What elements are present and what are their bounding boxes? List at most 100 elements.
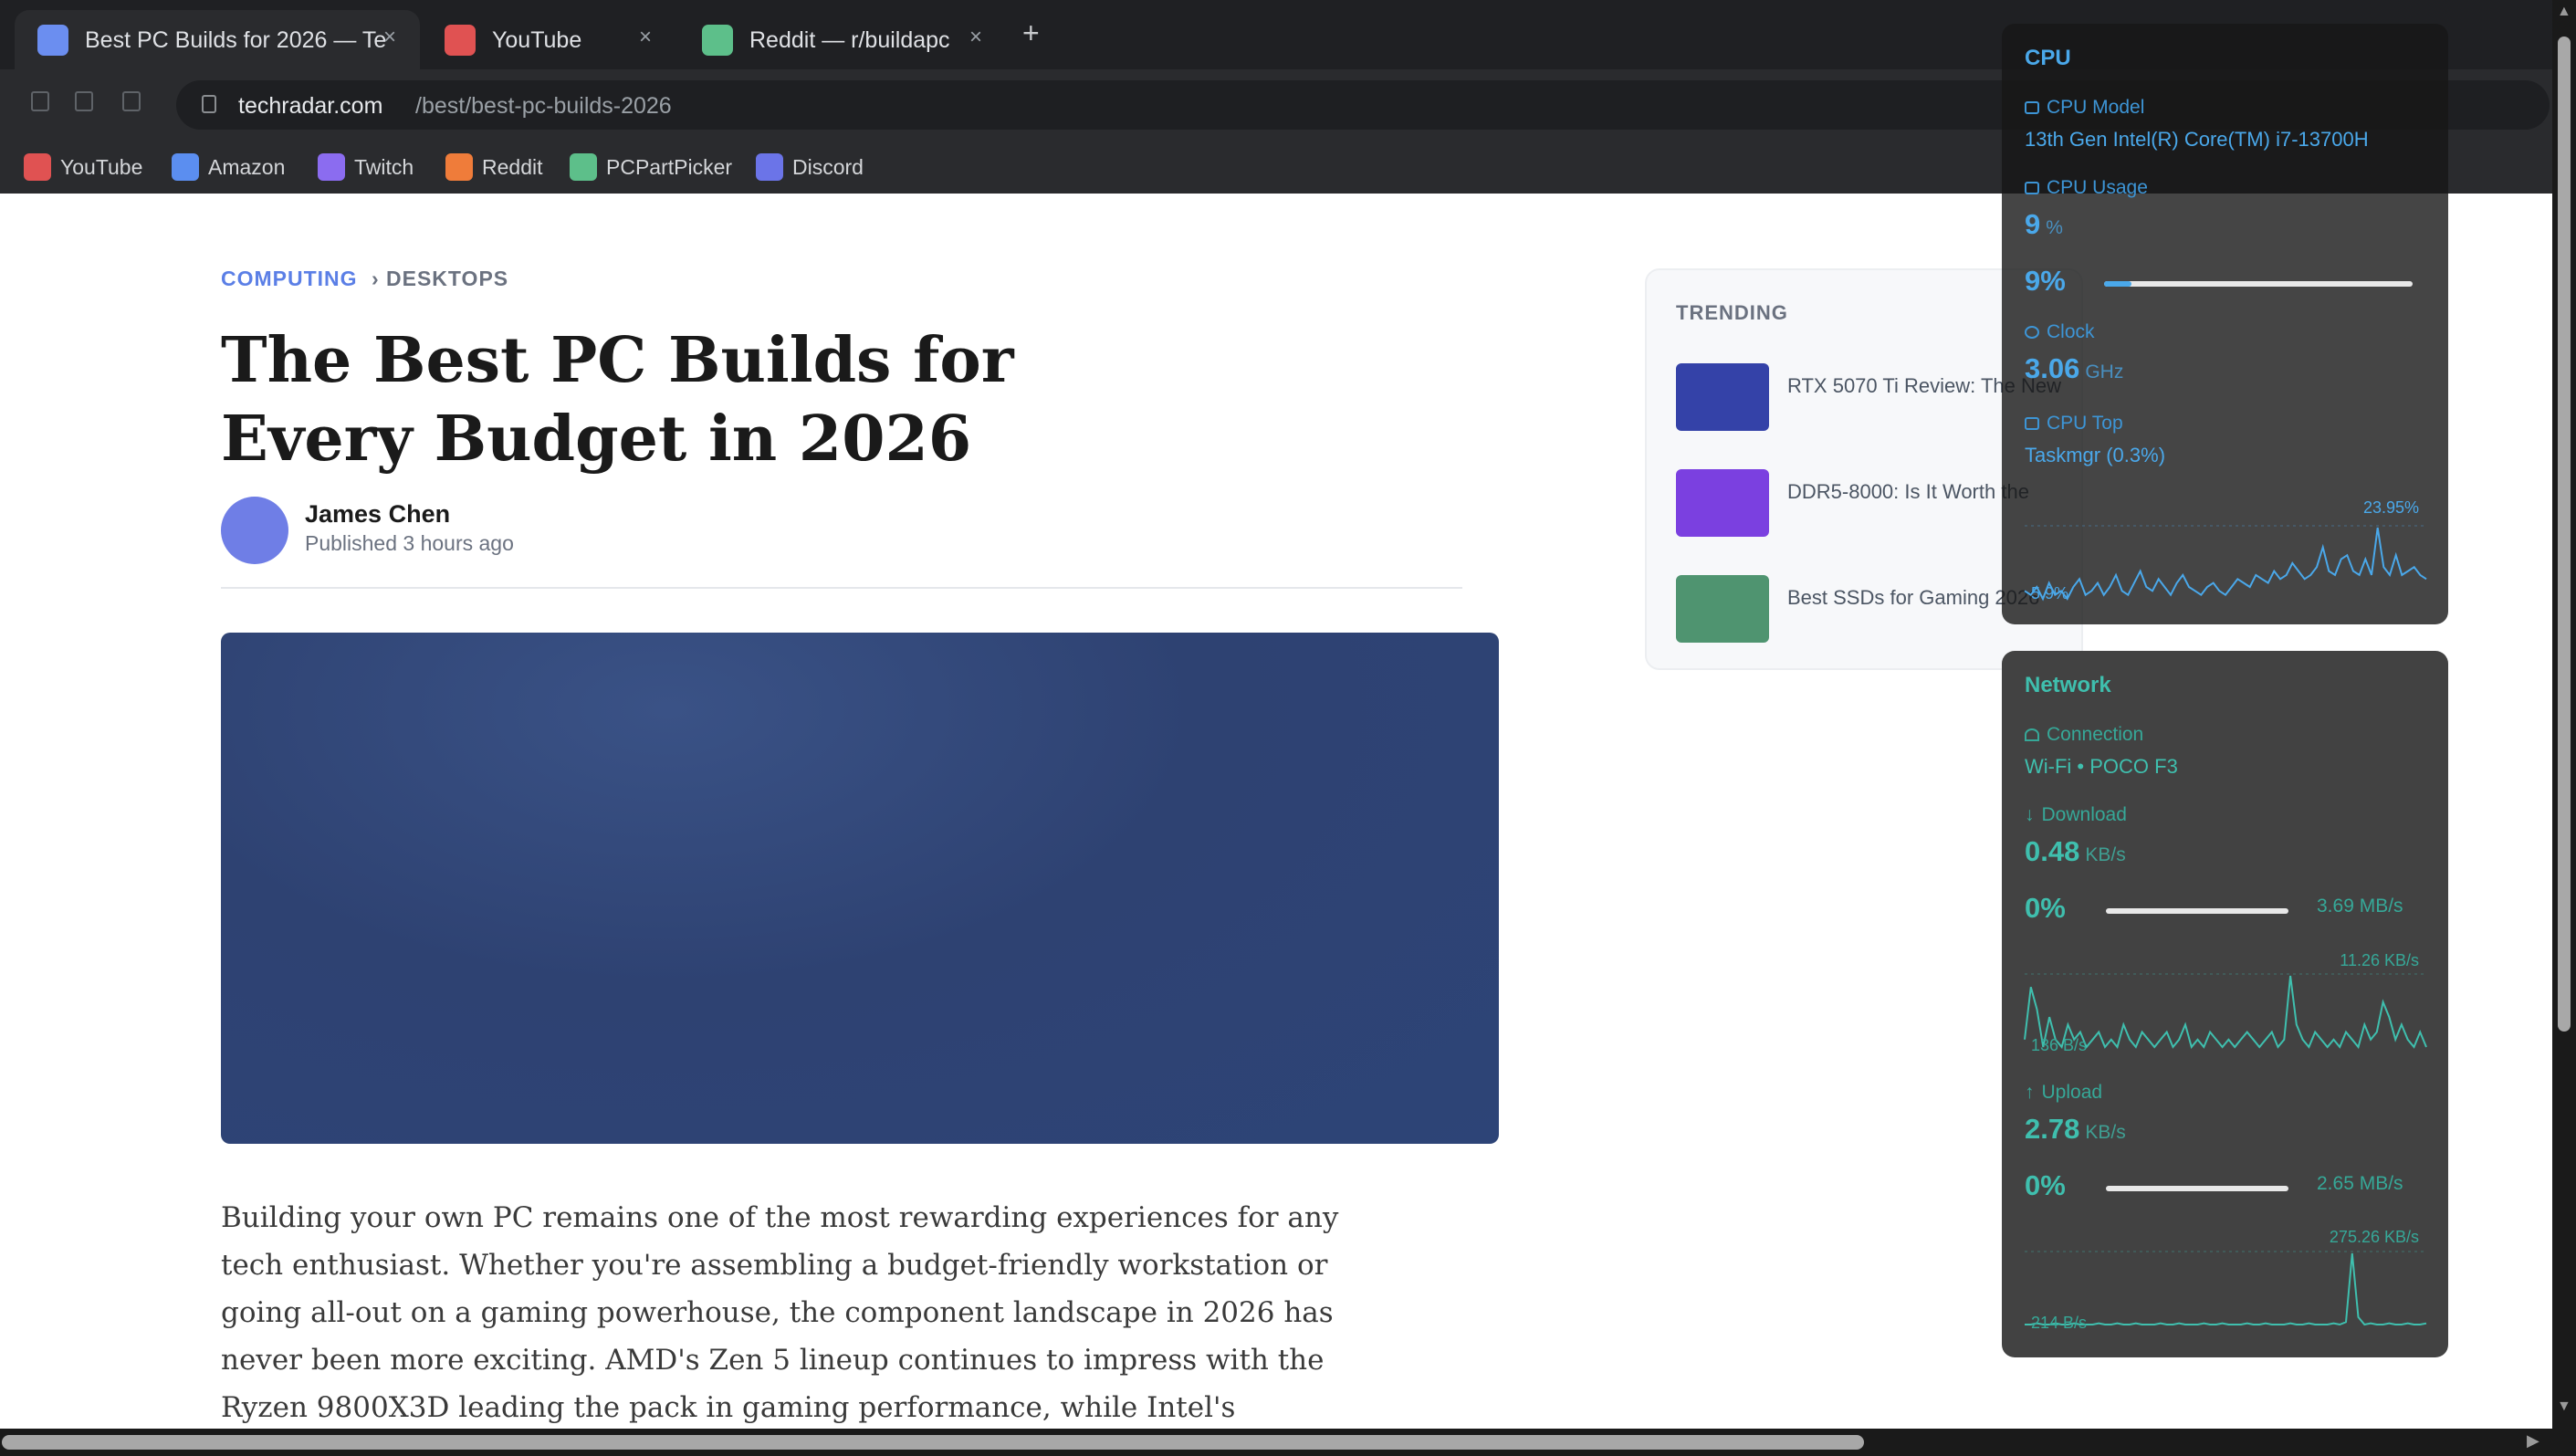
clock-unit: GHz bbox=[2085, 361, 2124, 382]
clock-number: 3.06 bbox=[2025, 352, 2080, 384]
cpu-usage-bar bbox=[2104, 281, 2413, 287]
pcpartpicker-bookmark-icon bbox=[570, 153, 597, 181]
close-tab-icon[interactable]: × bbox=[969, 25, 982, 50]
trending-title: TRENDING bbox=[1676, 301, 1788, 324]
reddit-favicon-icon bbox=[702, 25, 733, 56]
clock-value: 3.06 GHz bbox=[2025, 352, 2123, 385]
techradar-favicon-icon bbox=[37, 25, 68, 56]
upload-value: 2.78 KB/s bbox=[2025, 1113, 2126, 1146]
hero-image bbox=[221, 633, 1499, 1144]
reddit-bookmark-icon bbox=[445, 153, 473, 181]
trending-item-label: DDR5-8000: Is It Worth the bbox=[1787, 480, 2029, 503]
cpu-usage-label-text: CPU Usage bbox=[2047, 177, 2148, 198]
breadcrumb-subcategory[interactable]: DESKTOPS bbox=[386, 267, 508, 290]
network-monitor-widget: Network Connection Wi-Fi • POCO F3 ↓ Down… bbox=[2002, 651, 2448, 1357]
network-widget-title: Network bbox=[2025, 673, 2111, 697]
cpu-top-label-text: CPU Top bbox=[2047, 413, 2123, 434]
cpu-graph-max: 23.95% bbox=[2362, 498, 2419, 517]
vertical-scrollbar[interactable]: ▲ ▼ bbox=[2552, 0, 2576, 1429]
tab-techradar[interactable]: Best PC Builds for 2026 — Te... × bbox=[15, 10, 420, 69]
discord-bookmark-icon bbox=[756, 153, 783, 181]
cpu-usage-value: 9% bbox=[2025, 208, 2063, 241]
cpu-widget-title: CPU bbox=[2025, 46, 2071, 70]
upload-graph-max: 275.26 KB/s bbox=[2329, 1228, 2419, 1246]
bookmark-label: Reddit bbox=[482, 155, 543, 179]
document-icon bbox=[2025, 417, 2039, 430]
reload-icon[interactable] bbox=[122, 91, 141, 111]
cpu-history-graph bbox=[2024, 525, 2427, 602]
scroll-right-icon[interactable]: ▶ bbox=[2527, 1431, 2539, 1451]
upload-percent: 0% bbox=[2025, 1169, 2066, 1201]
monitor-icon bbox=[2025, 101, 2039, 114]
bookmark-label: YouTube bbox=[60, 155, 143, 179]
breadcrumb-separator: › bbox=[371, 267, 380, 290]
tab-youtube[interactable]: YouTube × bbox=[422, 10, 670, 69]
download-number: 0.48 bbox=[2025, 835, 2080, 867]
bookmark-label: Discord bbox=[792, 155, 864, 179]
author-name[interactable]: James Chen bbox=[305, 500, 450, 529]
lock-icon bbox=[202, 95, 216, 113]
download-label-text: Download bbox=[2041, 804, 2127, 825]
clock-label: Clock bbox=[2025, 321, 2095, 343]
youtube-favicon-icon bbox=[445, 25, 476, 56]
breadcrumb: COMPUTING › DESKTOPS bbox=[221, 267, 508, 291]
tab-reddit[interactable]: Reddit — r/buildapc × bbox=[679, 10, 1000, 69]
cpu-usage-number: 9 bbox=[2025, 208, 2041, 240]
upload-label-text: Upload bbox=[2041, 1082, 2103, 1103]
upload-number: 2.78 bbox=[2025, 1113, 2080, 1145]
url-host: techradar.com bbox=[238, 93, 383, 119]
back-icon[interactable] bbox=[31, 91, 49, 111]
upload-graph-min: 214 B/s bbox=[2031, 1314, 2088, 1332]
cpu-usage-percent: 9% bbox=[2025, 265, 2066, 297]
cpu-graph-min: 5.9% bbox=[2031, 584, 2069, 602]
download-percent: 0% bbox=[2025, 892, 2066, 924]
tab-title: Reddit — r/buildapc bbox=[749, 27, 950, 53]
tab-title: YouTube bbox=[492, 27, 582, 53]
cpu-model-value: 13th Gen Intel(R) Core(TM) i7-13700H bbox=[2025, 128, 2369, 151]
download-max-rate: 3.69 MB/s bbox=[2317, 896, 2403, 917]
close-tab-icon[interactable]: × bbox=[639, 25, 652, 50]
download-label: ↓ Download bbox=[2025, 804, 2127, 826]
cpu-top-value: Taskmgr (0.3%) bbox=[2025, 444, 2166, 466]
scroll-down-icon[interactable]: ▼ bbox=[2557, 1398, 2571, 1415]
bookmark-label: Twitch bbox=[354, 155, 414, 179]
new-tab-button[interactable]: + bbox=[1022, 16, 1040, 50]
upload-label: ↑ Upload bbox=[2025, 1082, 2102, 1104]
divider bbox=[221, 587, 1462, 589]
download-bar bbox=[2106, 908, 2288, 914]
forward-icon[interactable] bbox=[75, 91, 93, 111]
cpu-usage-bar-fill bbox=[2104, 281, 2132, 287]
connection-value: Wi-Fi • POCO F3 bbox=[2025, 755, 2178, 778]
wifi-icon bbox=[2025, 728, 2039, 741]
upload-arrow-icon: ↑ bbox=[2025, 1082, 2035, 1103]
bookmark-label: PCPartPicker bbox=[606, 155, 733, 179]
article-headline: The Best PC Builds for Every Budget in 2… bbox=[221, 324, 1014, 476]
publish-time: Published 3 hours ago bbox=[305, 531, 514, 555]
connection-label-text: Connection bbox=[2047, 724, 2144, 745]
download-arrow-icon: ↓ bbox=[2025, 804, 2035, 825]
cpu-usage-label: CPU Usage bbox=[2025, 177, 2148, 199]
upload-bar bbox=[2106, 1186, 2288, 1191]
download-graph-min: 136 B/s bbox=[2031, 1036, 2088, 1054]
twitch-bookmark-icon bbox=[318, 153, 345, 181]
horizontal-scroll-thumb[interactable] bbox=[2, 1435, 1864, 1450]
cpu-model-label-text: CPU Model bbox=[2047, 97, 2145, 118]
scroll-up-icon[interactable]: ▲ bbox=[2557, 4, 2571, 20]
clock-label-text: Clock bbox=[2047, 321, 2095, 342]
download-unit: KB/s bbox=[2085, 844, 2126, 865]
breadcrumb-category[interactable]: COMPUTING bbox=[221, 267, 358, 290]
cpu-monitor-widget: CPU CPU Model 13th Gen Intel(R) Core(TM)… bbox=[2002, 24, 2448, 624]
cpu-model-label: CPU Model bbox=[2025, 97, 2144, 119]
tab-title: Best PC Builds for 2026 — Te... bbox=[85, 27, 386, 53]
trending-thumbnail bbox=[1676, 575, 1769, 643]
horizontal-scrollbar[interactable]: ▶ bbox=[0, 1429, 2576, 1456]
close-tab-icon[interactable]: × bbox=[383, 25, 396, 50]
bookmark-label: Amazon bbox=[208, 155, 286, 179]
chart-icon bbox=[2025, 182, 2039, 194]
article-body: Building your own PC remains one of the … bbox=[221, 1201, 1339, 1424]
youtube-bookmark-icon bbox=[24, 153, 51, 181]
upload-max-rate: 2.65 MB/s bbox=[2317, 1173, 2403, 1194]
connection-label: Connection bbox=[2025, 724, 2143, 746]
vertical-scroll-thumb[interactable] bbox=[2558, 37, 2571, 1032]
trending-thumbnail bbox=[1676, 469, 1769, 537]
